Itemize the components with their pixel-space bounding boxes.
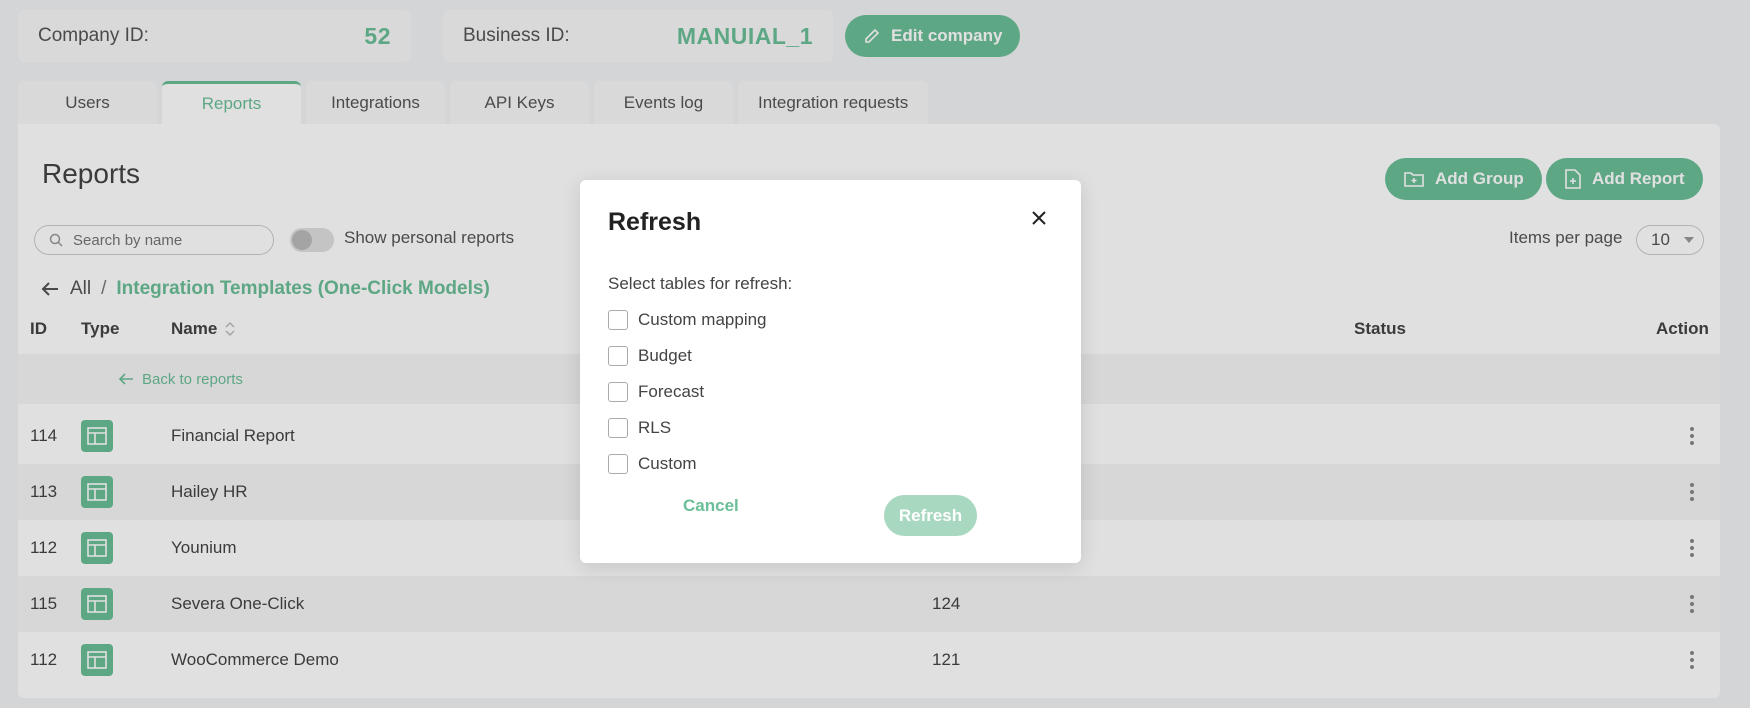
option-label: Custom (638, 454, 697, 473)
close-icon[interactable] (1025, 204, 1053, 232)
option-label: RLS (638, 418, 672, 437)
checkbox[interactable] (608, 418, 628, 438)
option-forecast[interactable]: Forecast (608, 382, 704, 402)
option-label: Custom mapping (638, 310, 767, 329)
option-label: Forecast (638, 382, 705, 401)
checkbox[interactable] (608, 310, 628, 330)
option-label: Budget (638, 346, 692, 365)
dialog-title: Refresh (608, 208, 702, 236)
cancel-button[interactable]: Cancel (683, 496, 739, 516)
checkbox[interactable] (608, 382, 628, 402)
checkbox[interactable] (608, 346, 628, 366)
dialog-subtitle: Select tables for refresh: (608, 274, 793, 293)
option-budget[interactable]: Budget (608, 346, 692, 366)
refresh-dialog: Refresh Select tables for refresh: Custo… (580, 180, 1081, 563)
refresh-button[interactable]: Refresh (884, 495, 977, 536)
option-custom-mapping[interactable]: Custom mapping (608, 310, 767, 330)
option-custom[interactable]: Custom (608, 454, 697, 474)
checkbox[interactable] (608, 454, 628, 474)
option-rls[interactable]: RLS (608, 418, 671, 438)
